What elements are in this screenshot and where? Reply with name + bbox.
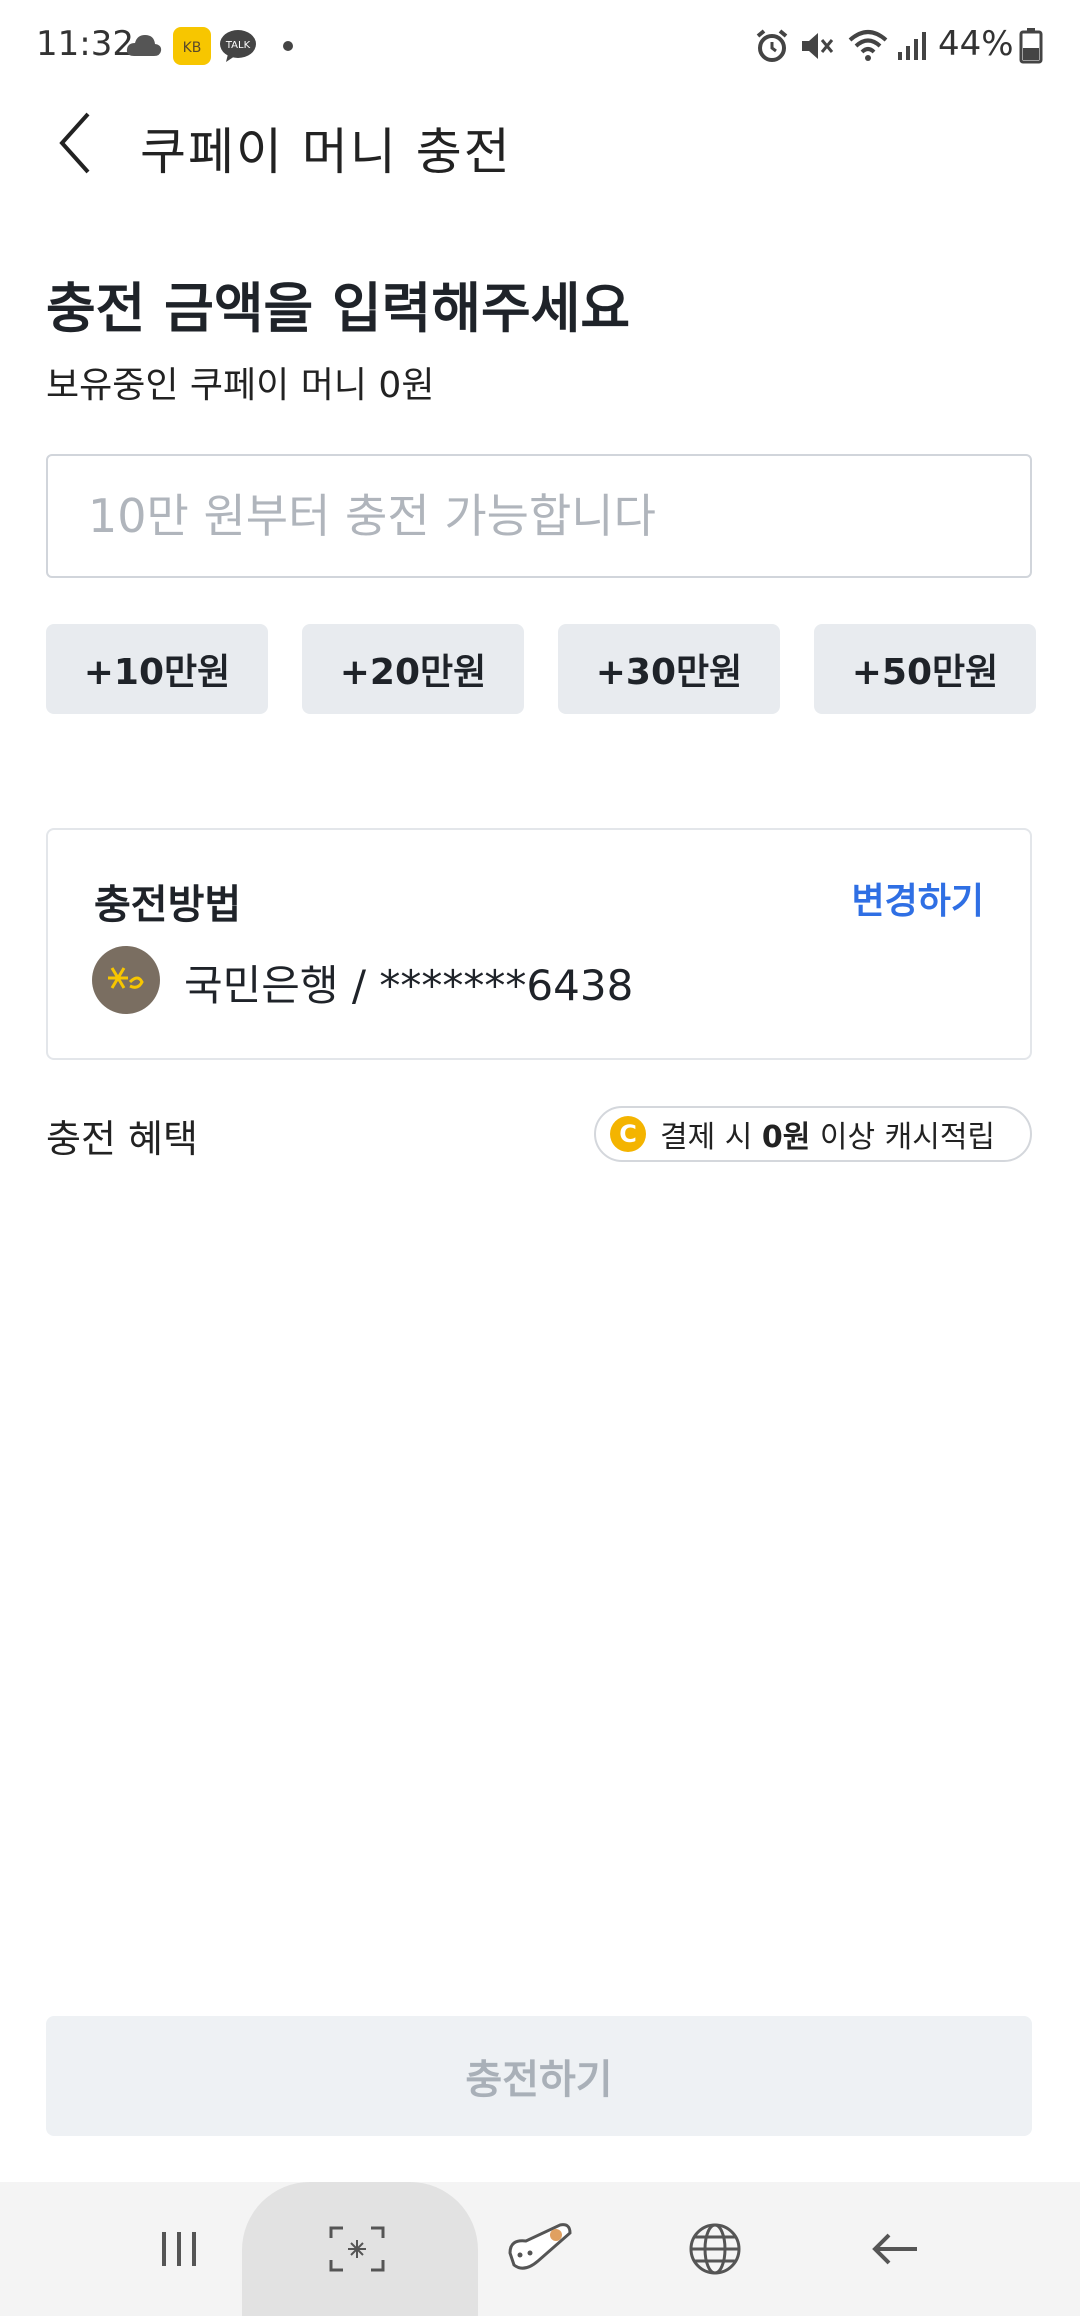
change-method-button[interactable]: 변경하기 xyxy=(852,872,984,924)
amount-input[interactable] xyxy=(46,454,1032,578)
back-button[interactable] xyxy=(40,108,110,178)
battery-percent: 44% xyxy=(938,24,1014,64)
bank-account-text: 국민은행 / *******6438 xyxy=(184,961,634,1010)
cloud-icon xyxy=(124,26,164,66)
kakaotalk-icon: TALK xyxy=(218,26,258,66)
status-bar: 11:32 KB TALK 44% xyxy=(0,0,1080,92)
system-nav-bar xyxy=(0,2182,1080,2316)
back-arrow-icon[interactable] xyxy=(850,2212,940,2286)
charge-button[interactable]: 충전하기 xyxy=(46,2016,1032,2136)
page-title: 충전 금액을 입력해주세요 xyxy=(46,277,631,340)
benefit-text-suffix: 이상 캐시적립 xyxy=(810,1120,996,1155)
character-app-icon[interactable] xyxy=(496,2212,586,2286)
kb-bank-logo-icon xyxy=(92,946,160,1014)
alarm-icon xyxy=(752,26,792,66)
battery-icon xyxy=(1018,26,1058,66)
charge-method-card: 충전방법 변경하기 국민은행 / *******6438 xyxy=(46,828,1032,1060)
cash-coin-icon: C xyxy=(610,1116,646,1152)
recent-apps-icon[interactable] xyxy=(134,2212,224,2286)
benefit-text-prefix: 결제 시 xyxy=(660,1120,762,1155)
mute-icon xyxy=(796,26,836,66)
globe-icon[interactable] xyxy=(670,2212,760,2286)
add-100k-button[interactable]: +10만원 xyxy=(46,624,268,714)
add-200k-button[interactable]: +20만원 xyxy=(302,624,524,714)
page-header-title: 쿠페이 머니 충전 xyxy=(140,123,512,181)
signal-icon xyxy=(896,26,936,66)
svg-text:KB: KB xyxy=(183,40,202,56)
charge-method-title: 충전방법 xyxy=(94,882,242,928)
dot-icon xyxy=(278,26,318,66)
status-time: 11:32 xyxy=(36,24,134,64)
chevron-left-icon xyxy=(59,112,90,174)
charge-benefit-label: 충전 혜택 xyxy=(46,1117,198,1161)
svg-text:TALK: TALK xyxy=(225,40,251,51)
balance-text: 보유중인 쿠페이 머니 0원 xyxy=(46,365,435,406)
add-300k-button[interactable]: +30만원 xyxy=(558,624,780,714)
wifi-icon xyxy=(846,26,888,66)
capture-icon[interactable] xyxy=(312,2212,402,2286)
add-500k-button[interactable]: +50만원 xyxy=(814,624,1036,714)
kb-app-icon: KB xyxy=(172,26,212,66)
cash-reward-badge: C 결제 시 0원 이상 캐시적립 xyxy=(594,1106,1032,1162)
benefit-text-amount: 0원 xyxy=(761,1120,811,1155)
